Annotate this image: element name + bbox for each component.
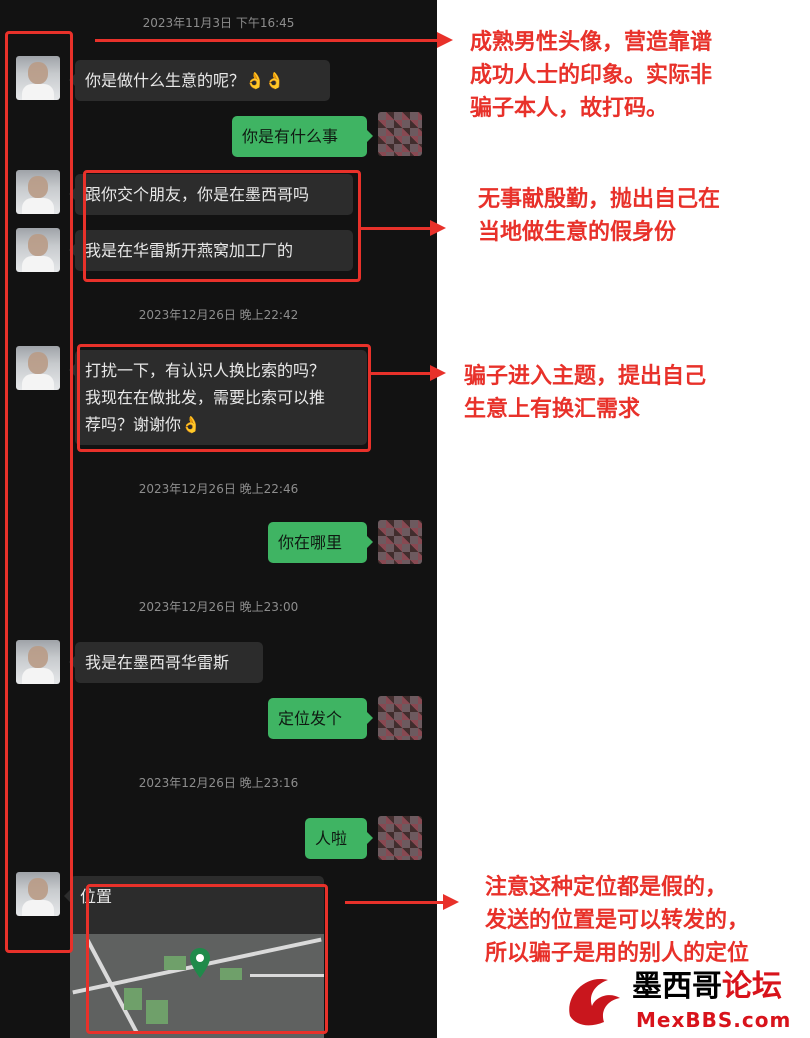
incoming-message[interactable]: 我是在墨西哥华雷斯 [69,642,263,683]
topic-annotation: 骗子进入主题，提出自己 生意上有换汇需求 [464,364,707,422]
arrow-icon [345,894,459,910]
arrow-icon [95,32,453,48]
outgoing-message[interactable]: 你是有什么事 [232,116,373,157]
timestamp: 2023年11月3日 下午16:45 [142,16,295,30]
arrow-icon [360,220,446,236]
outgoing-message[interactable]: 定位发个 [268,698,373,739]
logo-text-cn-suffix: 论坛 [722,969,782,1004]
friend-highlight-box [83,170,361,282]
location-annotation: 注意这种定位都是假的， 发送的位置是可以转发的， 所以骗子是用的别人的定位 [485,875,750,966]
outgoing-message[interactable]: 你在哪里 [268,522,373,563]
mexbbs-logo: 墨西哥论坛 MexBBS.com [560,962,810,1038]
dragon-logo-icon [569,978,620,1026]
incoming-message[interactable]: 你是做什么生意的呢？👌👌 [69,60,330,101]
logo-text-cn: 墨西哥 [632,969,722,1004]
topic-highlight-box [77,344,371,452]
self-avatar[interactable] [378,520,422,564]
self-avatar[interactable] [378,112,422,156]
avatar-annotation: 成熟男性头像，营造靠谱 成功人士的印象。实际非 骗子本人，故打码。 [470,30,713,121]
friend-annotation: 无事献殷勤，抛出自己在 当地做生意的假身份 [478,187,721,245]
arrow-icon [370,365,446,381]
avatar-highlight-box [5,31,73,953]
logo-text-en: MexBBS.com [636,1008,792,1032]
self-avatar[interactable] [378,816,422,860]
location-highlight-box [86,884,328,1034]
outgoing-message[interactable]: 人啦 [305,818,373,859]
self-avatar[interactable] [378,696,422,740]
